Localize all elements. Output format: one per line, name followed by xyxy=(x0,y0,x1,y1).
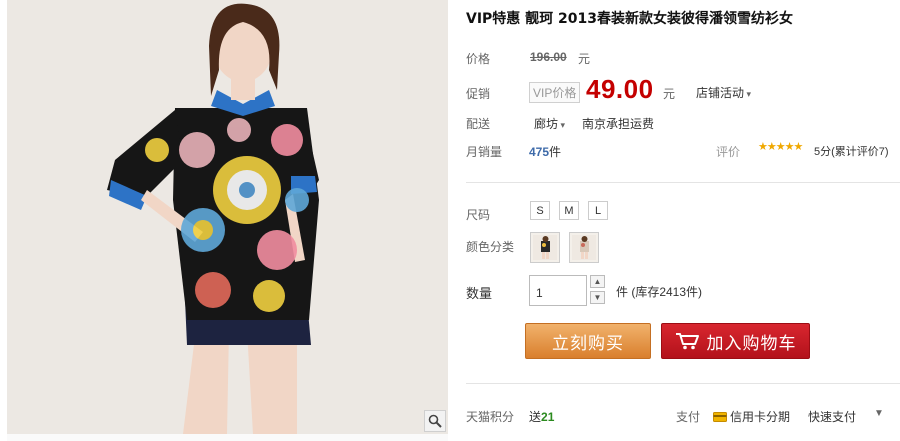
sales-unit: 件 xyxy=(549,145,562,159)
add-to-cart-button[interactable]: 加入购物车 xyxy=(661,323,810,359)
tmall-points-label: 天猫积分 xyxy=(466,410,515,424)
quantity-input[interactable]: 1 xyxy=(529,275,587,306)
chevron-down-icon: ▾ xyxy=(744,89,752,99)
promo-price: 49.00 xyxy=(586,74,654,104)
shipping-note: 南京承担运费 xyxy=(582,117,655,131)
magnifier-icon xyxy=(428,414,442,428)
credit-installment-option[interactable]: 信用卡分期 xyxy=(713,408,790,425)
stock-note: 件 (库存2413件) xyxy=(616,285,703,299)
shop-event-dropdown[interactable]: 店铺活动 ▾ xyxy=(696,84,751,101)
original-price-currency: 元 xyxy=(578,52,591,66)
shop-event-label: 店铺活动 xyxy=(696,86,745,100)
quick-pay-option[interactable]: 快速支付 xyxy=(808,408,856,425)
shopping-cart-icon xyxy=(675,333,699,350)
quantity-decrease-button[interactable]: ▼ xyxy=(590,291,605,304)
size-option-l[interactable]: L xyxy=(588,201,608,220)
color-label: 颜色分类 xyxy=(466,240,515,254)
original-price: 196.00 xyxy=(530,50,567,64)
color-swatch-1[interactable] xyxy=(530,232,560,263)
chevron-down-icon: ▼ xyxy=(874,408,884,419)
size-label: 尺码 xyxy=(466,208,491,222)
tmall-points: 送21 xyxy=(529,408,554,425)
payment-label: 支付 xyxy=(676,410,701,424)
swatch-thumbnail-1 xyxy=(533,235,557,260)
credit-installment-label: 信用卡分期 xyxy=(730,410,791,424)
size-option-m[interactable]: M xyxy=(559,201,579,220)
monthly-sales: 475件 xyxy=(529,143,561,160)
vip-price-tag: VIP价格 xyxy=(529,82,581,103)
color-swatch-2[interactable] xyxy=(569,232,599,263)
product-title: VIP特惠 靓珂 2013春装新款女装彼得潘领雪纺衫女 xyxy=(466,11,794,27)
shipping-label: 配送 xyxy=(466,117,491,131)
divider xyxy=(466,182,900,183)
product-main-image[interactable] xyxy=(7,0,448,434)
zoom-button[interactable] xyxy=(424,410,446,432)
product-details: VIP特惠 靓珂 2013春装新款女装彼得潘领雪纺衫女 价格 196.00 元 … xyxy=(466,0,900,441)
review-label: 评价 xyxy=(716,145,741,159)
rating-summary-link[interactable]: 5分(累计评价7) xyxy=(814,143,889,159)
promo-label: 促销 xyxy=(466,87,491,101)
payment-expand-arrow[interactable]: ▼ xyxy=(874,408,884,419)
ship-from-dropdown[interactable]: 廊坊 ▾ xyxy=(534,115,565,132)
thumbnail-strip xyxy=(7,434,448,441)
model-photo xyxy=(7,0,448,434)
quantity-increase-button[interactable]: ▲ xyxy=(590,275,605,288)
divider xyxy=(466,383,900,384)
buy-now-label: 立刻购买 xyxy=(552,333,624,353)
swatch-thumbnail-2 xyxy=(572,235,596,260)
price-label: 价格 xyxy=(466,52,491,66)
points-value: 21 xyxy=(541,410,555,424)
promo-price-currency: 元 xyxy=(663,87,676,101)
monthly-sales-label: 月销量 xyxy=(466,145,503,159)
buy-now-button[interactable]: 立刻购买 xyxy=(525,323,651,359)
rating-stars: ★★★★★ xyxy=(758,141,803,153)
chevron-up-icon: ▲ xyxy=(593,277,602,286)
chevron-down-icon: ▼ xyxy=(593,293,602,302)
size-option-s[interactable]: S xyxy=(530,201,550,220)
quantity-label: 数量 xyxy=(466,286,493,301)
chevron-down-icon: ▾ xyxy=(558,120,566,130)
sales-count: 475 xyxy=(529,145,550,159)
ship-from-city: 廊坊 xyxy=(534,117,559,131)
add-to-cart-label: 加入购物车 xyxy=(706,333,797,353)
credit-card-icon xyxy=(713,411,727,422)
points-prefix: 送 xyxy=(529,410,542,424)
